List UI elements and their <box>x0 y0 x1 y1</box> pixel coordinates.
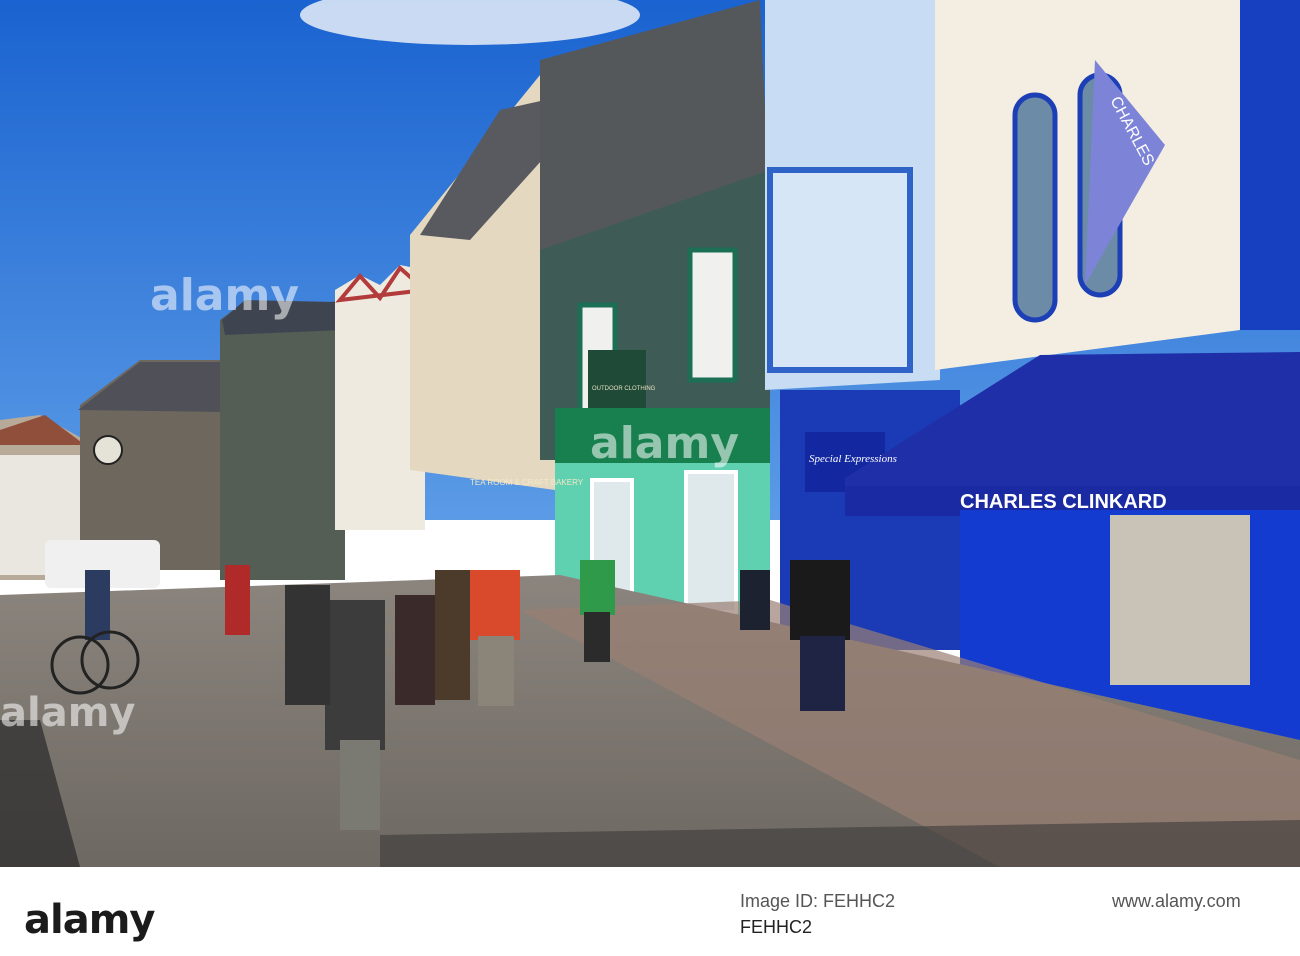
green-shop-fascia <box>555 408 770 463</box>
photo-illustration: CHARLES CLINKARD CHARLES Special Express… <box>0 0 1300 867</box>
image-id-label: Image ID: FEHHC2 <box>740 891 896 911</box>
street-photo: CHARLES CLINKARD CHARLES Special Express… <box>0 0 1300 867</box>
footer-url: www.alamy.com <box>1112 891 1241 911</box>
green-jacket <box>580 560 615 615</box>
clock-icon <box>93 435 123 465</box>
tea-room-sign: TEA ROOM & CRAFT BAKERY <box>470 478 584 487</box>
stone-building <box>220 300 345 580</box>
image-code: FEHHC2 <box>740 917 813 937</box>
special-expressions-sign: Special Expressions <box>809 453 897 465</box>
woman-dark <box>740 570 770 630</box>
clinkard-window <box>1110 515 1250 685</box>
green-window-1 <box>687 247 738 383</box>
man-dark-coat <box>790 560 850 640</box>
red-jacket <box>470 570 520 640</box>
walker-backpack <box>325 600 385 750</box>
footer-logo: alamy <box>24 897 155 943</box>
cyclist <box>85 570 110 640</box>
walker-2 <box>285 585 330 705</box>
walker-3 <box>395 595 435 705</box>
awning-sign: CHARLES CLINKARD <box>960 491 1167 513</box>
walker-brown <box>435 570 470 700</box>
arched-window-1 <box>1012 92 1058 323</box>
green-shop-window-2 <box>684 470 738 614</box>
pedestrian-far <box>225 565 250 635</box>
footer-bar: alamy Image ID: FEHHC2 www.alamy.com FEH… <box>0 867 1300 956</box>
hanging-sign <box>588 350 646 412</box>
outdoor-sign: OUTDOOR CLOTHING <box>592 386 656 392</box>
blue-building-right <box>1240 0 1300 330</box>
bay-window <box>767 167 913 373</box>
stone-roof <box>222 300 345 335</box>
